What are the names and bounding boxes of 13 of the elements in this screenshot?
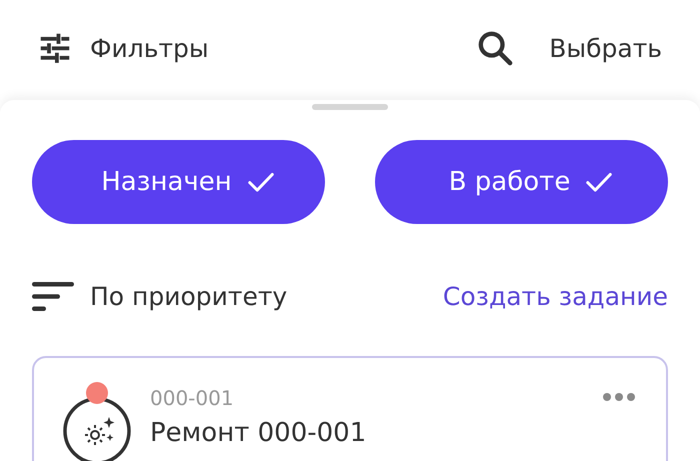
task-title: Ремонт 000-001	[150, 418, 368, 448]
task-code: 000-001	[150, 386, 235, 410]
status-chip[interactable]: Назначен	[32, 140, 325, 224]
gear-icon	[62, 396, 132, 461]
more-icon[interactable]	[602, 392, 636, 402]
create-task-link[interactable]: Создать задание	[442, 282, 668, 310]
sort-icon	[32, 280, 74, 312]
drag-handle[interactable]	[312, 104, 388, 110]
select-button[interactable]: Выбрать	[549, 34, 662, 62]
sort-button[interactable]: По приоритету	[32, 280, 288, 312]
filters-button[interactable]: Фильтры	[36, 29, 209, 67]
status-chip[interactable]: В работе	[375, 140, 668, 224]
task-card[interactable]: 000-001 Ремонт 000-001	[32, 356, 668, 461]
